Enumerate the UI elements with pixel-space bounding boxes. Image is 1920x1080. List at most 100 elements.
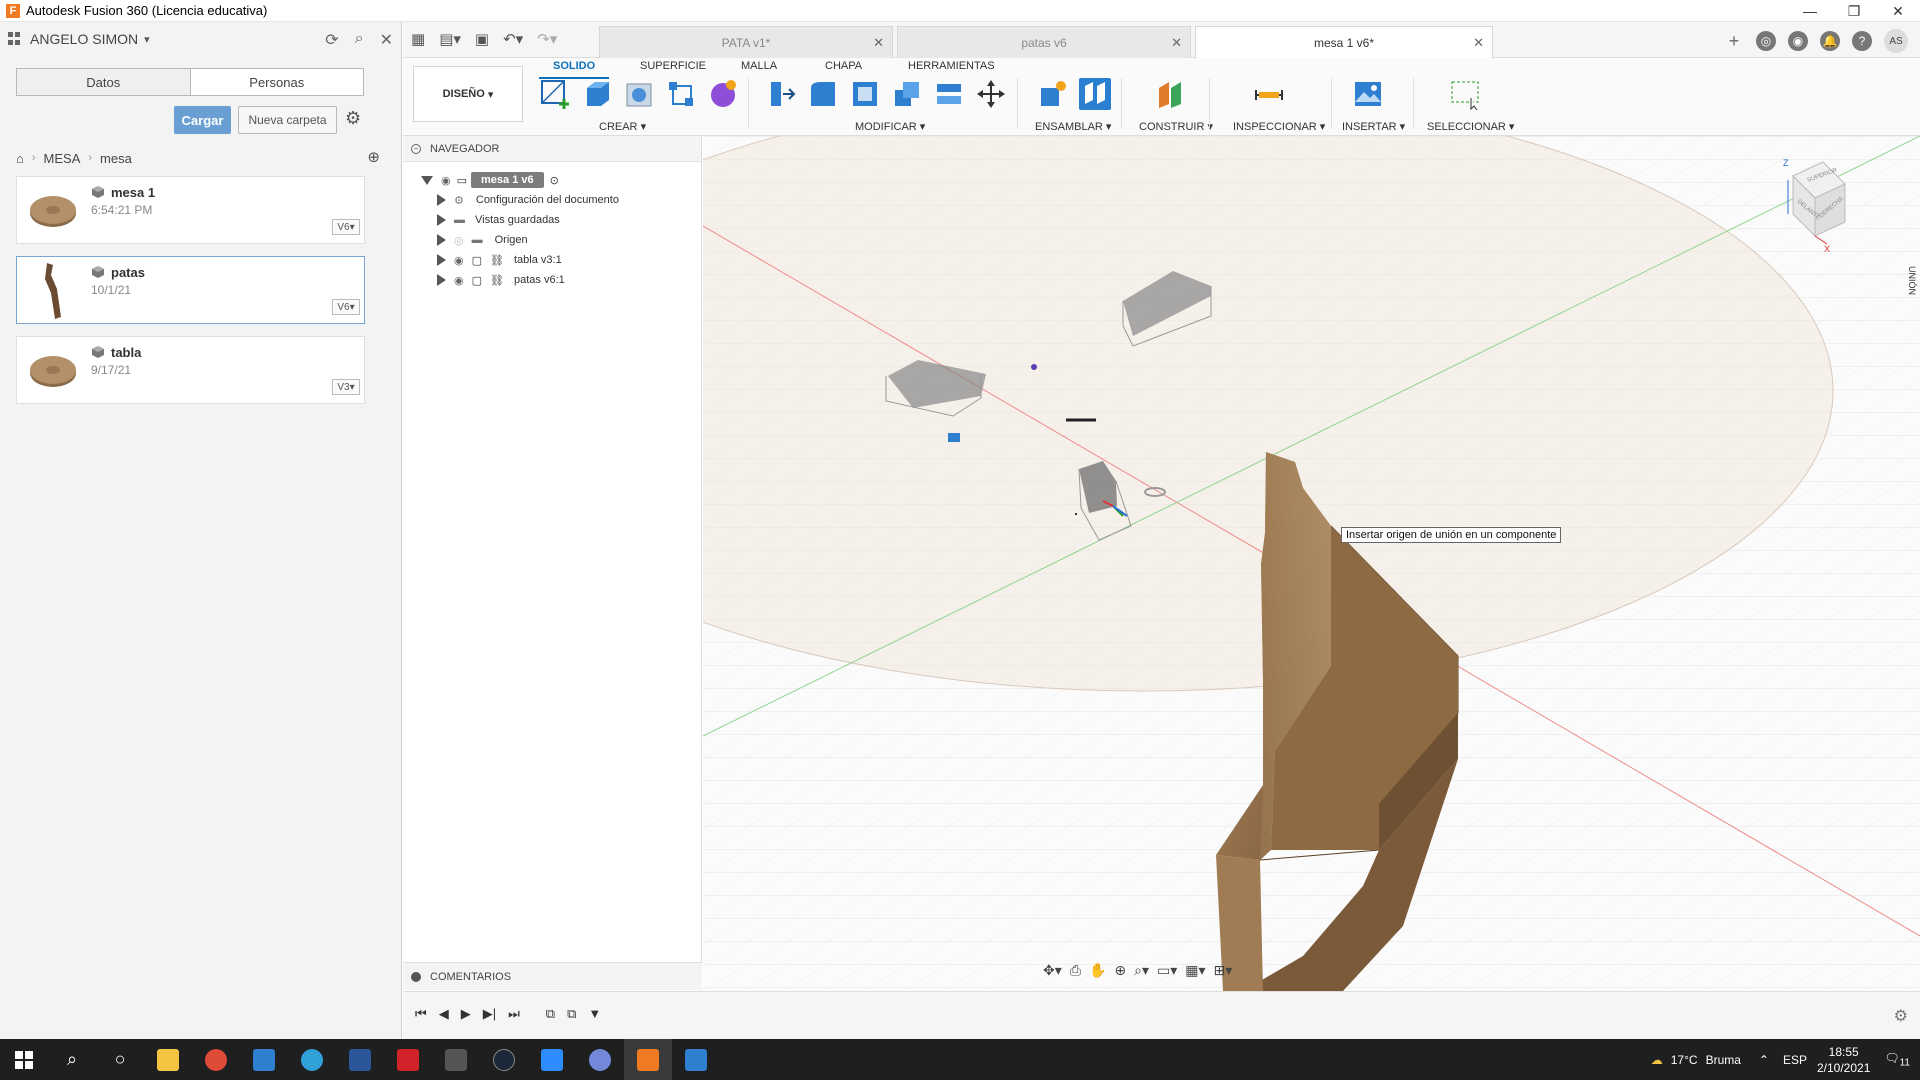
user-name[interactable]: ANGELO SIMON — [30, 31, 138, 47]
tree-item[interactable]: ◉ ▢ ⛓ tabla v3:1 — [437, 249, 562, 271]
split-body-icon[interactable] — [933, 78, 965, 110]
file-explorer-icon[interactable] — [144, 1039, 192, 1080]
tab-herramientas[interactable]: HERRAMIENTAS — [908, 60, 995, 72]
file-card[interactable]: tabla 9/17/21 V3 ▾ — [16, 336, 365, 404]
group-insertar[interactable]: INSERTAR ▾ — [1342, 120, 1405, 133]
version-badge[interactable]: V3 ▾ — [332, 379, 360, 395]
refresh-icon[interactable]: ⟳ — [325, 30, 338, 50]
photos-icon[interactable] — [672, 1039, 720, 1080]
help-icon[interactable]: ? — [1852, 31, 1872, 51]
tree-item[interactable]: ◎ ▬ Origen — [437, 229, 528, 251]
chevron-down-icon[interactable]: ▾ — [144, 33, 150, 46]
clock[interactable]: 18:55 2/10/2021 — [1817, 1044, 1870, 1076]
breadcrumb-item[interactable]: MESA — [44, 151, 81, 166]
file-card[interactable]: mesa 1 6:54:21 PM V6 ▾ — [16, 176, 365, 244]
eye-icon[interactable]: ◉ — [454, 274, 464, 287]
job-status-icon[interactable]: ◉ — [1788, 31, 1808, 51]
sweep-icon[interactable] — [665, 78, 697, 110]
expand-icon[interactable] — [437, 214, 446, 226]
tree-item[interactable]: ▬ Vistas guardadas — [437, 209, 560, 231]
tab-malla[interactable]: MALLA — [741, 60, 777, 72]
version-badge[interactable]: V6 ▾ — [332, 219, 360, 235]
discord-icon[interactable] — [576, 1039, 624, 1080]
apps-grid-icon[interactable] — [8, 32, 22, 46]
tree-item[interactable]: ⚙ Configuración del documento — [437, 189, 619, 211]
revolve-icon[interactable] — [623, 78, 655, 110]
chrome-icon[interactable] — [192, 1039, 240, 1080]
browser-header[interactable]: − NAVEGADOR — [403, 136, 701, 162]
select-box-icon[interactable] — [1449, 78, 1481, 110]
mail-icon[interactable] — [240, 1039, 288, 1080]
tab-personas[interactable]: Personas — [191, 69, 364, 95]
upload-button[interactable]: Cargar — [174, 106, 231, 134]
close-panel-icon[interactable]: ✕ — [380, 30, 393, 50]
group-construir[interactable]: CONSTRUIR ▾ — [1139, 120, 1213, 133]
weather-temp[interactable]: 17°C — [1671, 1053, 1698, 1067]
workspace-switcher[interactable]: DISEÑO ▾ — [413, 66, 523, 122]
tab-superficie[interactable]: SUPERFICIE — [640, 60, 706, 72]
create-sketch-icon[interactable] — [539, 78, 571, 110]
zoom-icon[interactable]: ⊕ — [1114, 962, 1126, 979]
extensions-icon[interactable]: ◎ — [1756, 31, 1776, 51]
3d-viewport[interactable]: SUPERIOR DELANTE DERECHA Z X Insertar or… — [703, 136, 1920, 991]
undo-icon[interactable]: ↶▾ — [503, 30, 523, 48]
eye-icon[interactable]: ◉ — [454, 254, 464, 267]
weather-text[interactable]: Bruma — [1706, 1053, 1741, 1067]
step-forward-icon[interactable]: ▶| — [483, 1006, 496, 1022]
expand-icon[interactable] — [437, 234, 446, 246]
go-to-end-icon[interactable]: ⏭ — [508, 1006, 520, 1022]
close-window-button[interactable]: ✕ — [1876, 0, 1920, 22]
file-menu-icon[interactable]: ▤▾ — [439, 30, 461, 48]
tree-root[interactable]: ◉ ▭ mesa 1 v6 ⊙ — [421, 169, 559, 191]
fusion-taskbar-icon[interactable] — [624, 1039, 672, 1080]
comments-panel[interactable]: COMENTARIOS — [403, 962, 702, 990]
gear-icon[interactable]: ⚙ — [1894, 1006, 1908, 1026]
new-folder-button[interactable]: Nueva carpeta — [238, 106, 337, 134]
timeline-feature-icon[interactable]: ⧉ — [546, 1006, 555, 1022]
camera-icon[interactable] — [948, 433, 960, 442]
expand-icon[interactable] — [411, 971, 421, 982]
look-at-icon[interactable]: ⎙ — [1070, 962, 1081, 979]
expand-icon[interactable] — [437, 254, 446, 266]
steam-icon[interactable] — [480, 1039, 528, 1080]
group-ensamblar[interactable]: ENSAMBLAR ▾ — [1035, 120, 1111, 133]
move-icon[interactable] — [975, 78, 1007, 110]
home-icon[interactable]: ⌂ — [16, 151, 24, 166]
search-icon[interactable]: ⌕ — [355, 30, 364, 50]
timeline-feature-icon[interactable]: ⧉ — [567, 1006, 576, 1022]
expand-icon[interactable] — [421, 175, 433, 185]
insert-image-icon[interactable] — [1352, 78, 1384, 110]
tab-mesa[interactable]: mesa 1 v6* ✕ — [1195, 26, 1493, 58]
form-icon[interactable] — [707, 78, 739, 110]
activate-radio-icon[interactable]: ⊙ — [550, 174, 559, 187]
avatar[interactable]: AS — [1884, 29, 1908, 53]
offset-plane-icon[interactable] — [1155, 78, 1187, 110]
apps-grid-icon[interactable]: ▦ — [411, 30, 425, 48]
maximize-button[interactable]: ❐ — [1832, 0, 1876, 22]
pan-icon[interactable]: ✋ — [1089, 962, 1106, 979]
combine-icon[interactable] — [891, 78, 923, 110]
globe-icon[interactable]: ⊕ — [367, 148, 380, 166]
start-button[interactable] — [0, 1039, 48, 1080]
go-to-start-icon[interactable]: ⏮ — [415, 1006, 427, 1022]
search-icon[interactable]: ⌕ — [48, 1039, 96, 1080]
orbit-icon[interactable]: ✥▾ — [1043, 962, 1062, 979]
tab-datos[interactable]: Datos — [17, 69, 191, 95]
display-settings-icon[interactable]: ▭▾ — [1157, 962, 1177, 979]
close-tab-icon[interactable]: ✕ — [1171, 35, 1182, 51]
expand-icon[interactable] — [437, 194, 446, 206]
new-tab-icon[interactable]: + — [1724, 31, 1744, 51]
save-icon[interactable]: ▣ — [475, 30, 489, 48]
step-back-icon[interactable]: ◀ — [439, 1006, 449, 1022]
tab-chapa[interactable]: CHAPA — [825, 60, 862, 72]
play-icon[interactable]: ▶ — [461, 1006, 471, 1022]
store-icon[interactable] — [432, 1039, 480, 1080]
zoom-window-icon[interactable]: ⌕▾ — [1134, 962, 1149, 979]
tree-item[interactable]: ◉ ▢ ⛓ patas v6:1 — [437, 269, 565, 291]
fillet-icon[interactable] — [807, 78, 839, 110]
language-indicator[interactable]: ESP — [1783, 1053, 1807, 1067]
weather-icon[interactable]: ☁ — [1651, 1053, 1663, 1067]
group-crear[interactable]: CREAR ▾ — [599, 120, 646, 133]
group-seleccionar[interactable]: SELECCIONAR ▾ — [1427, 120, 1514, 133]
tab-pata[interactable]: PATA v1* ✕ — [599, 26, 893, 58]
